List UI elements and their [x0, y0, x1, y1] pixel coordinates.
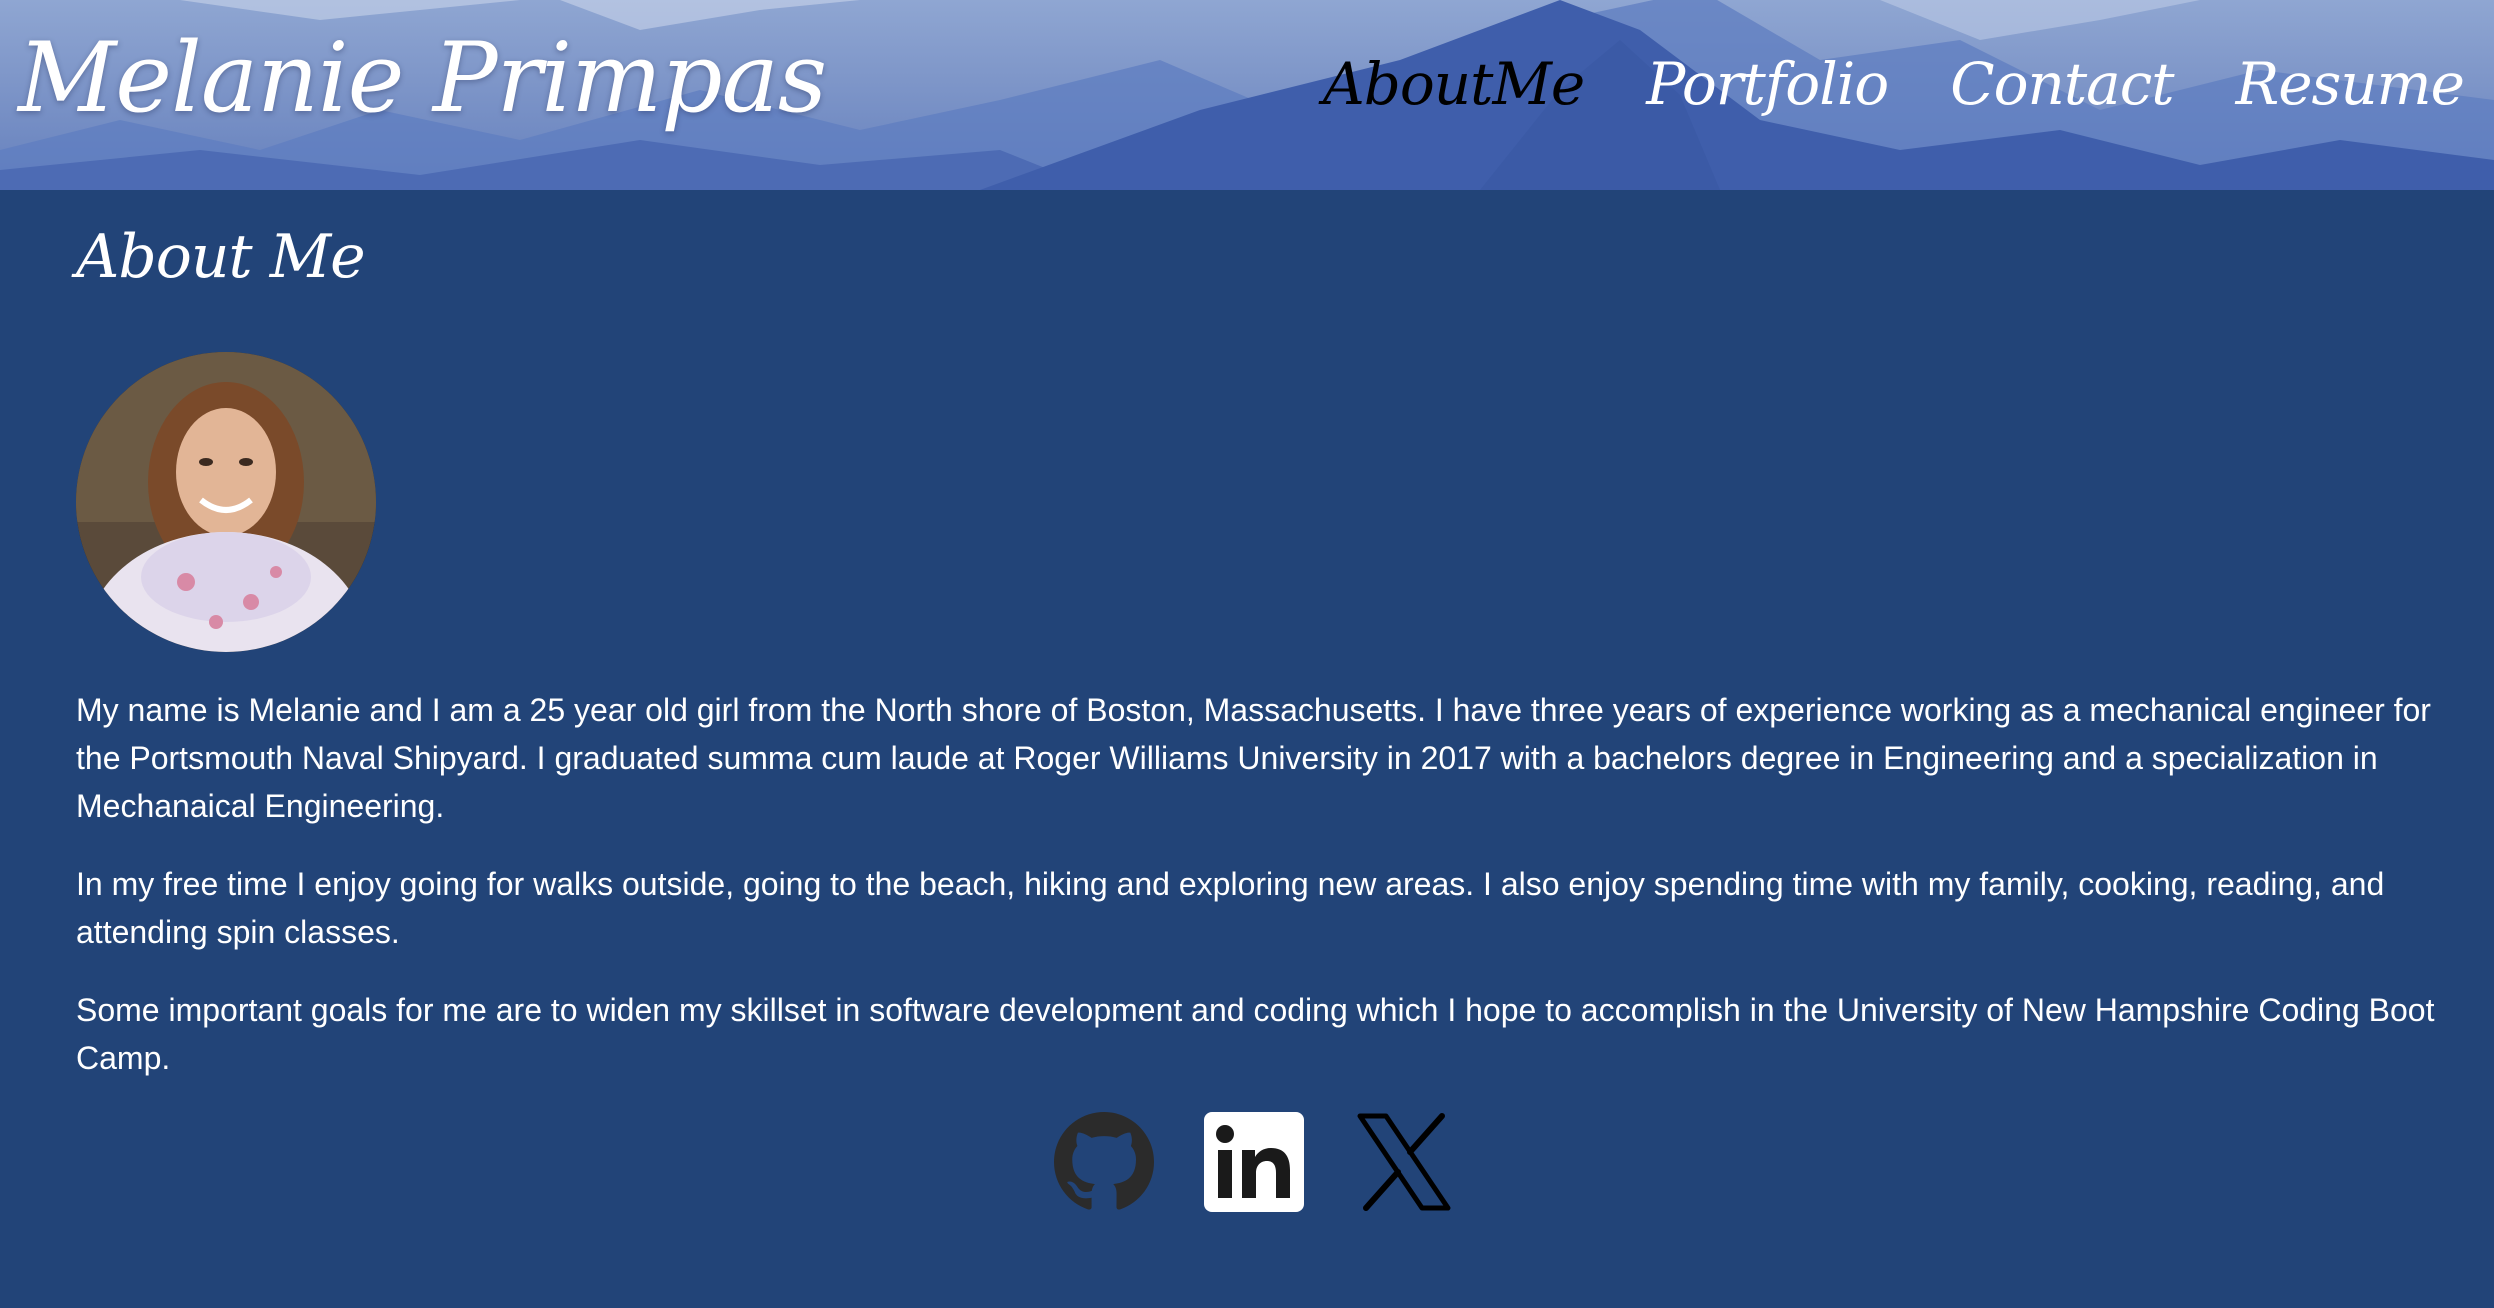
site-title: Melanie Primpas — [18, 22, 827, 134]
about-section: About Me My name is Melanie and I am a 2… — [76, 190, 2436, 1112]
bio-paragraph: In my free time I enjoy going for walks … — [76, 866, 2385, 950]
nav-link-contact[interactable]: Contact — [1950, 50, 2174, 118]
github-icon[interactable] — [1054, 1112, 1154, 1212]
linkedin-icon[interactable] — [1204, 1112, 1304, 1212]
nav-link-about-me[interactable]: AboutMe — [1323, 50, 1585, 118]
site-header: Melanie Primpas AboutMe Portfolio Contac… — [0, 0, 2494, 190]
nav-link-resume[interactable]: Resume — [2236, 50, 2465, 118]
main-nav: AboutMe Portfolio Contact Resume — [1323, 50, 2465, 118]
x-icon[interactable] — [1354, 1112, 1454, 1212]
social-links — [1054, 1112, 1454, 1212]
section-title: About Me — [76, 222, 366, 292]
bio-text: My name is Melanie and I am a 25 year ol… — [76, 686, 2456, 1082]
nav-link-portfolio[interactable]: Portfolio — [1646, 50, 1889, 118]
bio-paragraph: Some important goals for me are to widen… — [76, 992, 2435, 1076]
bio-paragraph: My name is Melanie and I am a 25 year ol… — [76, 692, 2431, 824]
profile-photo — [76, 352, 376, 652]
